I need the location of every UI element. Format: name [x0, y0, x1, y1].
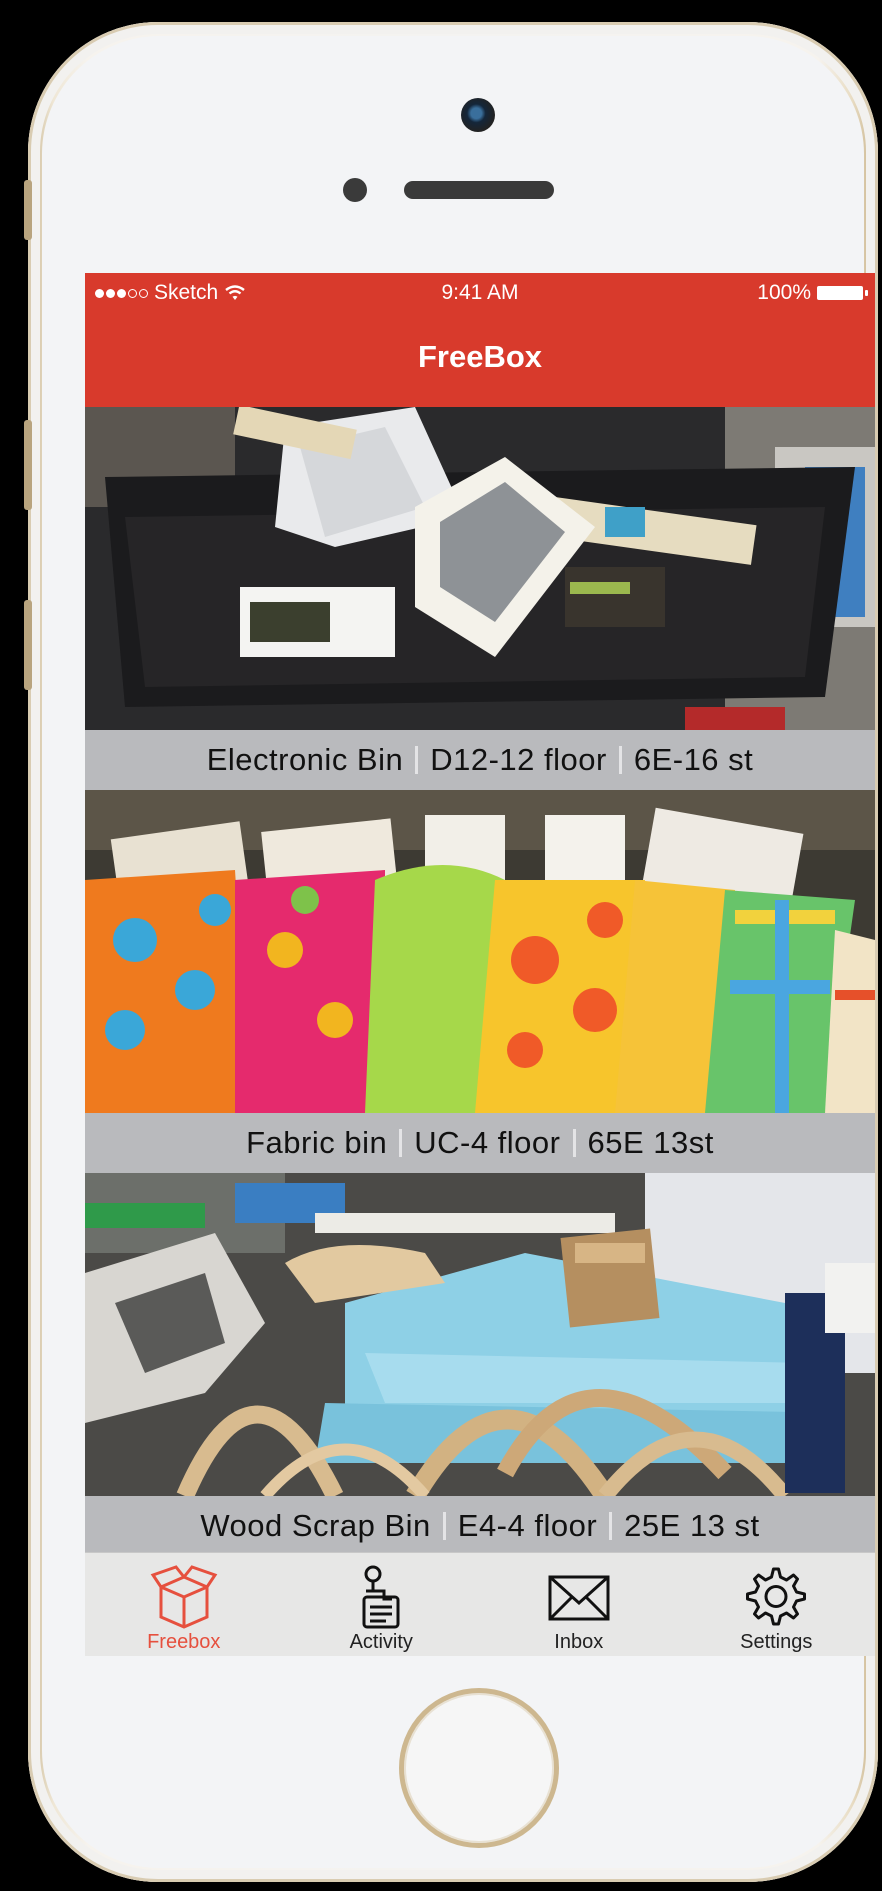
caption-divider	[442, 1512, 446, 1540]
caption-divider	[399, 1129, 403, 1157]
front-camera	[461, 98, 495, 132]
bin-caption: Wood Scrap Bin E4-4 floor 25E 13 st	[85, 1496, 875, 1556]
caption-divider	[618, 746, 622, 774]
proximity-sensor	[343, 178, 367, 202]
bin-name: Electronic Bin	[206, 742, 404, 777]
tab-label: Settings	[740, 1631, 813, 1653]
bin-address: 25E 13 st	[624, 1508, 760, 1543]
tab-inbox[interactable]: Inbox	[480, 1553, 678, 1656]
battery-icon	[817, 286, 868, 300]
bin-name: Fabric bin	[246, 1125, 388, 1160]
volume-up-button	[24, 420, 32, 510]
bin-address: 65E 13st	[587, 1125, 714, 1160]
activity-icon	[362, 1565, 400, 1629]
app-screen: Sketch 9:41 AM 100% FreeBox Electronic B…	[85, 273, 875, 1656]
navigation-bar: Sketch 9:41 AM 100% FreeBox	[85, 273, 875, 407]
caption-divider	[415, 746, 419, 774]
tab-activity[interactable]: Activity	[283, 1553, 481, 1656]
gear-icon	[746, 1567, 807, 1626]
tab-label: Freebox	[147, 1631, 221, 1653]
earpiece-speaker	[404, 181, 554, 199]
bin-caption: Fabric bin UC-4 floor 65E 13st	[85, 1113, 875, 1173]
caption-divider	[609, 1512, 613, 1540]
box-icon	[150, 1565, 218, 1629]
bin-card-wood-scrap[interactable]: Wood Scrap Bin E4-4 floor 25E 13 st	[85, 1173, 875, 1556]
bin-caption: Electronic Bin D12-12 floor 6E-16 st	[85, 730, 875, 790]
bin-photo-fabric	[85, 790, 875, 1113]
bin-address: 6E-16 st	[633, 742, 754, 777]
tab-label: Activity	[349, 1631, 413, 1653]
bin-location: D12-12 floor	[430, 742, 607, 777]
tab-label: Inbox	[554, 1631, 604, 1653]
envelope-icon	[548, 1575, 610, 1621]
home-button[interactable]	[399, 1688, 559, 1848]
bin-card-electronic[interactable]: Electronic Bin D12-12 floor 6E-16 st	[85, 407, 875, 790]
bin-name: Wood Scrap Bin	[200, 1508, 431, 1543]
bin-photo-wood-scrap	[85, 1173, 875, 1496]
bin-location: UC-4 floor	[414, 1125, 561, 1160]
battery-percent: 100%	[757, 281, 811, 304]
bin-feed: Electronic Bin D12-12 floor 6E-16 st Fab…	[85, 407, 875, 1556]
page-title: FreeBox	[417, 339, 543, 374]
volume-down-button	[24, 600, 32, 690]
status-bar: Sketch 9:41 AM 100%	[85, 281, 875, 313]
bin-photo-electronic	[85, 407, 875, 730]
tab-bar: Freebox Activity Inbox Settings	[85, 1552, 875, 1656]
tab-settings[interactable]: Settings	[678, 1553, 876, 1656]
tab-freebox[interactable]: Freebox	[85, 1553, 283, 1656]
mute-switch	[24, 180, 32, 240]
bin-location: E4-4 floor	[457, 1508, 598, 1543]
caption-divider	[572, 1129, 576, 1157]
bin-card-fabric[interactable]: Fabric bin UC-4 floor 65E 13st	[85, 790, 875, 1173]
